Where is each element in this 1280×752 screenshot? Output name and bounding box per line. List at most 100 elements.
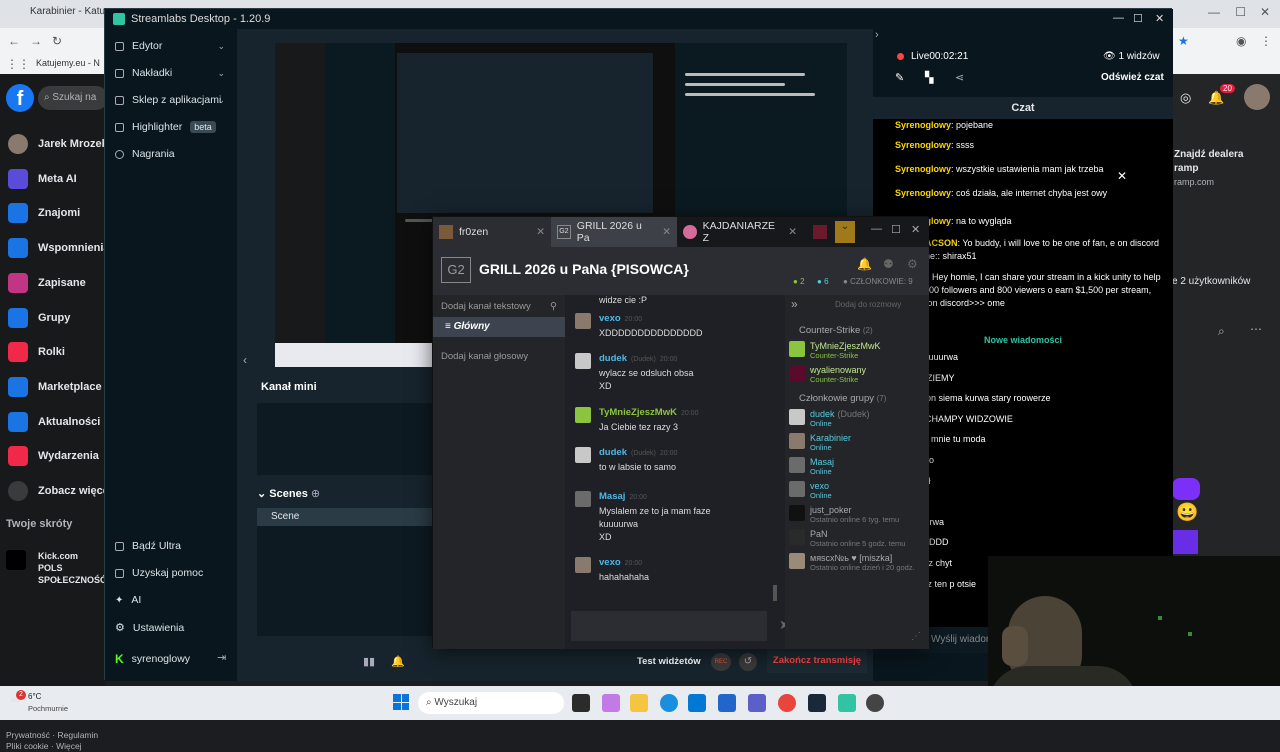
logout-icon[interactable]: ⇥ (217, 651, 226, 664)
member-item[interactable]: Karabinier Online (789, 433, 851, 455)
teams-icon[interactable] (748, 694, 766, 712)
nav-highlighter[interactable]: Highlighter beta (115, 121, 216, 133)
member-item[interactable]: just_poker Ostatnio online 6 tyg. temu (789, 505, 899, 527)
avatar[interactable] (575, 313, 591, 329)
bookmark-item[interactable]: Katujemy.eu - N (36, 58, 100, 68)
resize-handle-icon[interactable]: ⋰ (911, 631, 921, 642)
avatar[interactable] (575, 407, 591, 423)
sidebar-item-meta-ai[interactable]: Meta AI (8, 167, 77, 191)
tab-icon[interactable] (813, 225, 827, 239)
messenger-icon[interactable]: ◎ (1180, 90, 1191, 106)
member-search[interactable]: Dodaj do rozmowy (809, 297, 925, 313)
search-icon[interactable]: ⌕ (1218, 324, 1225, 339)
facebook-search[interactable]: ⌕ Szukaj na (38, 86, 108, 110)
close-icon[interactable]: ✕ (1155, 12, 1164, 25)
maximize-icon[interactable]: ☐ (1235, 5, 1246, 19)
add-friend-icon[interactable]: ⚉ (883, 257, 894, 271)
end-stream-button[interactable]: Zakończ transmisję (767, 649, 867, 673)
user-account[interactable]: Ksyrenoglowy (115, 652, 190, 666)
sidebar-item-reels[interactable]: Rolki (8, 340, 65, 364)
sidebar-item-memories[interactable]: Wspomnienia (8, 236, 110, 260)
channel-main[interactable]: ≡ Główny (433, 317, 565, 337)
close-icon[interactable]: ✕ (1117, 169, 1127, 183)
refresh-chat-button[interactable]: Odśwież czat (1101, 72, 1164, 83)
collapse-icon[interactable]: » (791, 297, 798, 311)
collapse-left-icon[interactable]: ‹ (243, 353, 247, 367)
member-item[interactable]: PaN Ostatnio online 5 godz. temu (789, 529, 905, 551)
streamlabs-icon[interactable] (838, 694, 856, 712)
sidebar-item-news[interactable]: Aktualności (8, 410, 100, 434)
message-author[interactable]: dudek (Dudek) 20:00 (599, 447, 677, 458)
chevron-down-icon[interactable]: ⌄ (217, 68, 225, 79)
chevron-down-icon[interactable]: ⌄ (217, 41, 225, 52)
copilot-icon[interactable] (602, 694, 620, 712)
forward-icon[interactable]: → (30, 34, 42, 48)
message-author[interactable]: TyMnieZjeszMwK 20:00 (599, 407, 698, 418)
edit-icon[interactable]: ✎ (895, 71, 904, 84)
chat-username[interactable]: Syrenoglowy (895, 164, 951, 174)
sidebar-item-see-more[interactable]: Zobacz więcej (8, 479, 112, 503)
tabs-dropdown-icon[interactable]: ⌄ (835, 221, 855, 243)
share-icon[interactable]: ⋖ (955, 71, 964, 84)
message-author[interactable]: vexo 20:00 (599, 557, 642, 568)
nav-ai[interactable]: ✦ AI (115, 594, 141, 606)
avatar[interactable] (575, 557, 591, 573)
expand-icon[interactable]: › (875, 29, 879, 41)
profile-icon[interactable]: ◉ (1236, 34, 1246, 48)
rec-button[interactable]: REC (711, 653, 731, 671)
nav-editor[interactable]: Edytor (115, 40, 162, 52)
sidebar-item-marketplace[interactable]: Marketplace (8, 375, 102, 399)
minimize-icon[interactable]: — (871, 223, 882, 235)
member-item[interactable]: Masaj Online (789, 457, 834, 479)
member-item[interactable]: мяѕcх№ь ♥ [miszka] Ostatnio online dzień … (789, 553, 915, 575)
member-item[interactable]: TyMnieZjeszMwK Counter-Strike (789, 341, 881, 363)
outlook-icon[interactable] (718, 694, 736, 712)
replay-icon[interactable]: ↺ (739, 653, 757, 671)
clip-icon[interactable]: ▚ (925, 71, 933, 84)
chat-tab[interactable]: fr0zen ✕ (433, 217, 551, 247)
chat-tab[interactable]: KAJDANIARZE Z ✕ (677, 217, 803, 247)
avatar[interactable] (1244, 84, 1270, 110)
alert-icon[interactable]: 🔔 (391, 655, 405, 668)
nav-overlays[interactable]: Nakładki (115, 67, 172, 79)
scene-item[interactable]: Scene (257, 508, 433, 526)
message-author[interactable]: Masaj 20:00 (599, 491, 647, 502)
taskbar-search[interactable]: ⌕ Wyszukaj (418, 692, 564, 714)
member-item[interactable]: wyalienowany Counter-Strike (789, 365, 866, 387)
browser-tab[interactable]: Karabinier - Katu... (30, 6, 113, 17)
chat-username[interactable]: Syrenoglowy (895, 140, 951, 150)
message-author[interactable]: dudek (Dudek) 20:00 (599, 353, 677, 364)
stats-icon[interactable]: ▮▮ (363, 655, 375, 668)
chevron-down-icon[interactable]: ⌄ (217, 95, 225, 106)
scrollbar[interactable] (773, 585, 777, 601)
store-icon[interactable] (688, 694, 706, 712)
member-item[interactable]: vexo Online (789, 481, 832, 503)
sidebar-item-events[interactable]: Wydarzenia (8, 444, 99, 468)
back-icon[interactable]: ← (8, 34, 20, 48)
nav-app-store[interactable]: Sklep z aplikacjami (115, 94, 221, 106)
bookmark-star-icon[interactable]: ★ (1178, 34, 1189, 48)
avatar[interactable] (575, 491, 591, 507)
message-input[interactable] (571, 611, 767, 641)
maximize-icon[interactable]: ☐ (1133, 12, 1143, 25)
maximize-icon[interactable]: ☐ (891, 223, 901, 236)
sidebar-item-groups[interactable]: Grupy (8, 306, 70, 330)
chat-username[interactable]: Syrenoglowy (895, 120, 951, 130)
close-icon[interactable]: ✕ (911, 223, 920, 236)
close-icon[interactable]: ✕ (788, 226, 803, 238)
footer-line[interactable]: Prywatność · Regulamin (6, 730, 98, 741)
notifications-icon[interactable]: 🔔 (857, 257, 872, 271)
chat-username[interactable]: Syrenoglowy (895, 188, 951, 198)
nav-help[interactable]: Uzyskaj pomoc (115, 567, 203, 579)
nav-recordings[interactable]: Nagrania (115, 148, 175, 160)
footer-line[interactable]: Pliki cookie · Więcej (6, 741, 98, 752)
shortcut-kick[interactable]: Kick.com POLS SPOŁECZNOŚĆ (38, 550, 107, 586)
avatar[interactable] (575, 447, 591, 463)
add-voice-channel[interactable]: Dodaj kanał głosowy (441, 351, 528, 362)
member-item[interactable]: dudek (Dudek) Online (789, 409, 870, 431)
close-icon[interactable]: ✕ (662, 226, 677, 238)
minimize-icon[interactable]: — (1208, 5, 1220, 19)
chrome-icon[interactable] (778, 694, 796, 712)
menu-icon[interactable]: ⋮ (1260, 34, 1272, 48)
settings-icon[interactable]: ⚙ (907, 257, 918, 271)
